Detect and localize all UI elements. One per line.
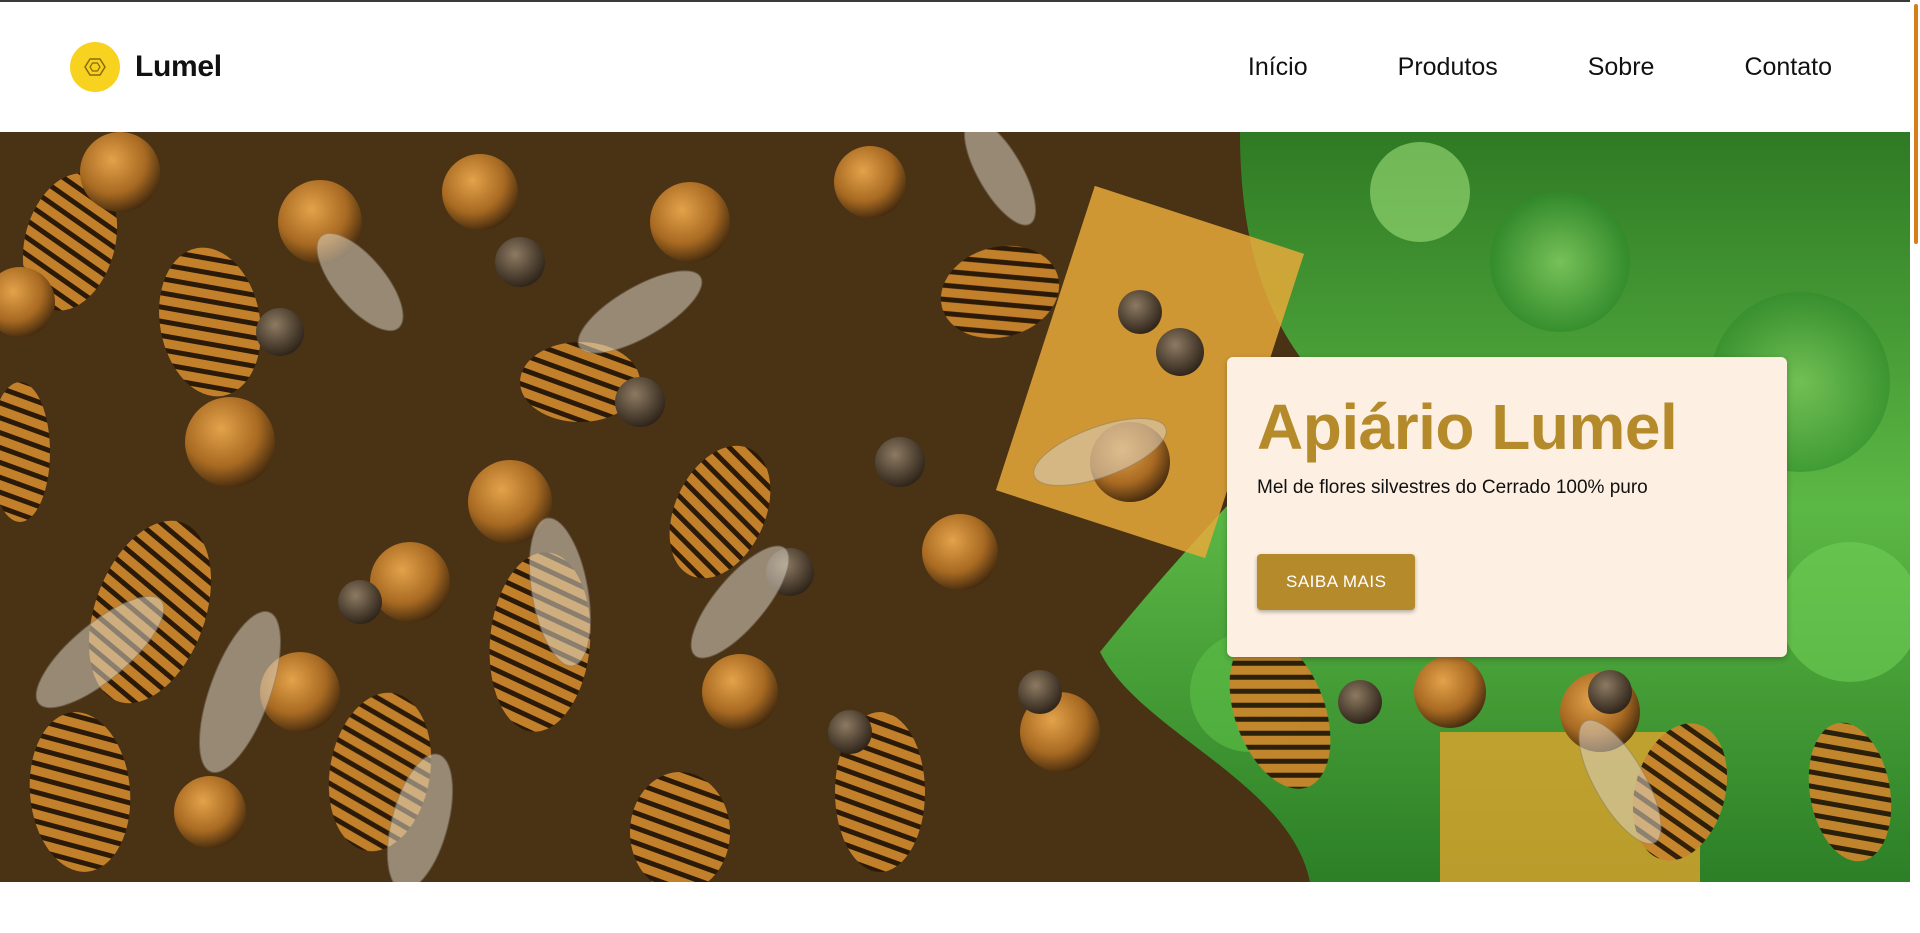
nav-link-inicio[interactable]: Início (1248, 53, 1308, 82)
main-nav: Início Produtos Sobre Contato (1248, 53, 1832, 82)
saiba-mais-button[interactable]: SAIBA MAIS (1257, 554, 1416, 610)
hero-section: Apiário Lumel Mel de flores silvestres d… (0, 132, 1910, 882)
hero-card: Apiário Lumel Mel de flores silvestres d… (1227, 357, 1787, 657)
brand[interactable]: Lumel (70, 42, 222, 92)
navbar: Lumel Início Produtos Sobre Contato (0, 2, 1910, 132)
nav-link-sobre[interactable]: Sobre (1588, 53, 1655, 82)
scrollbar-thumb[interactable] (1914, 4, 1918, 244)
hero-title: Apiário Lumel (1257, 391, 1678, 463)
brand-name[interactable]: Lumel (135, 50, 222, 84)
scrollbar[interactable] (1910, 0, 1920, 933)
nav-link-produtos[interactable]: Produtos (1398, 53, 1498, 82)
nav-link-contato[interactable]: Contato (1744, 53, 1832, 82)
hexagon-icon (84, 58, 106, 76)
hero-subtitle: Mel de flores silvestres do Cerrado 100%… (1257, 477, 1648, 498)
logo[interactable] (70, 42, 120, 92)
